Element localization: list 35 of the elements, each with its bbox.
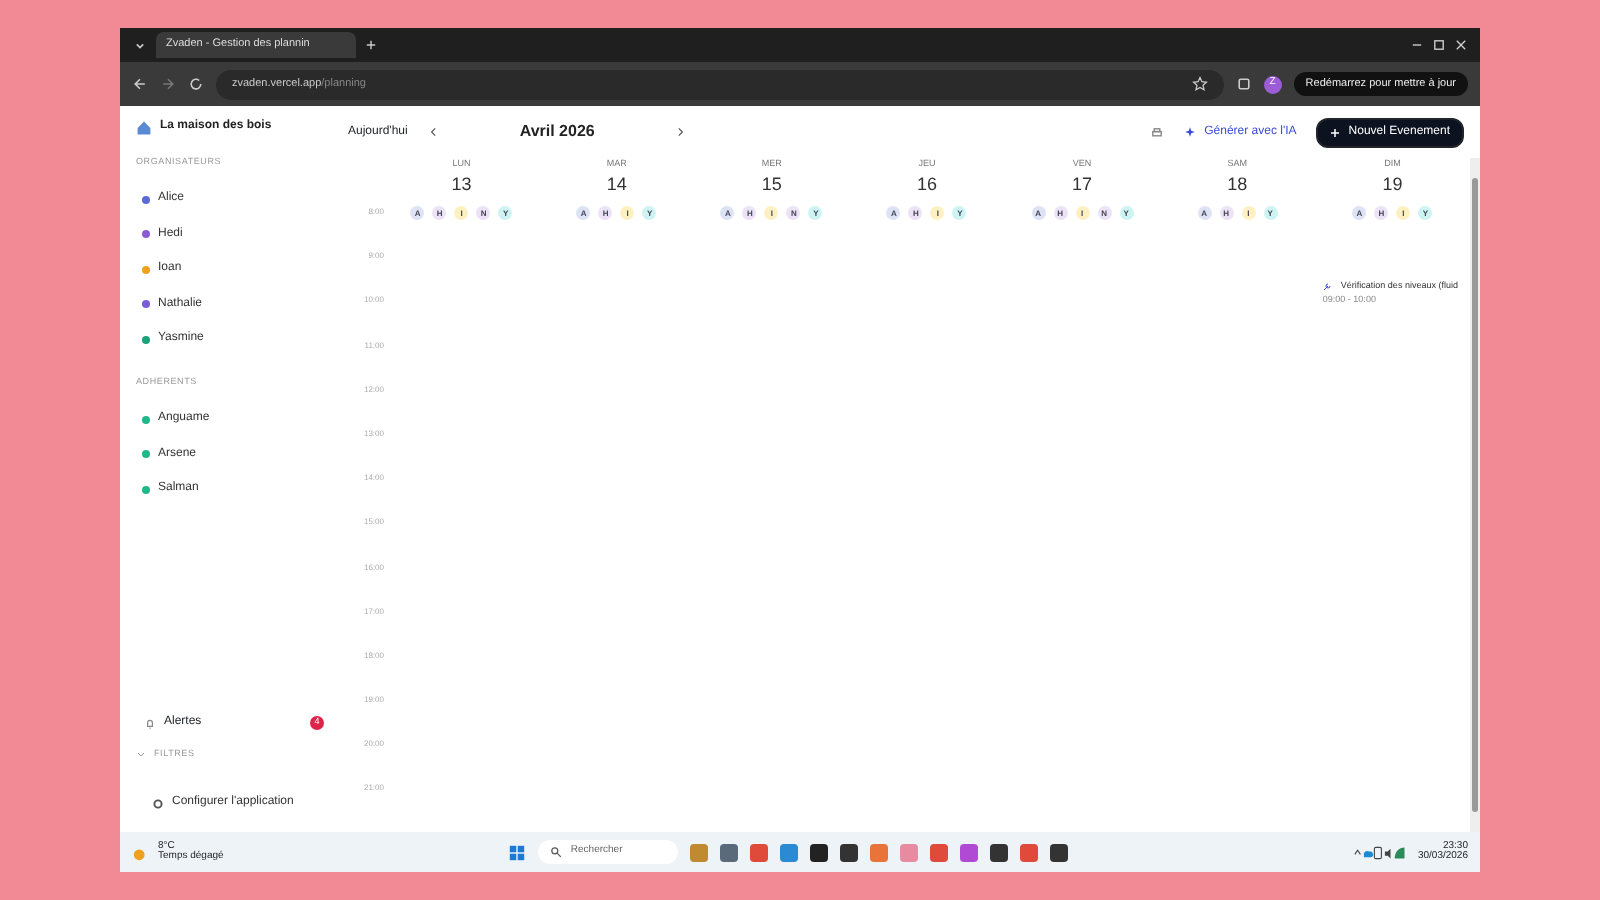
print-icon[interactable] [1150, 125, 1165, 139]
day-number: 14 [606, 171, 627, 198]
close-icon[interactable] [1454, 38, 1468, 52]
day-number: 19 [1382, 171, 1403, 198]
star-icon[interactable] [1191, 76, 1208, 92]
minimize-icon[interactable] [1410, 38, 1424, 52]
scrollbar-thumb[interactable] [1472, 178, 1478, 812]
day-number: 16 [916, 171, 937, 198]
settings-icon [152, 797, 164, 809]
day-number: 15 [761, 171, 782, 198]
maximize-icon[interactable] [1432, 38, 1446, 52]
day-number: 13 [451, 171, 472, 198]
taskbar-app-icon[interactable] [1050, 843, 1069, 861]
plus-icon [1330, 127, 1341, 137]
bell-icon [144, 717, 156, 730]
house-icon [136, 119, 152, 135]
day-number: 17 [1072, 171, 1093, 198]
tray-icons-drawing [1353, 845, 1406, 859]
forward-icon[interactable] [160, 76, 176, 92]
weather-icon [132, 843, 150, 861]
new-tab-icon[interactable] [364, 38, 378, 52]
wrench-icon [1322, 282, 1333, 293]
reload-icon[interactable] [188, 76, 204, 92]
start-icon[interactable] [508, 843, 527, 861]
sparkle-icon [1184, 126, 1197, 138]
month-title: Avril 2026 [519, 120, 595, 144]
back-icon[interactable] [132, 76, 148, 92]
next-icon[interactable] [674, 126, 687, 138]
taskbar-app-icon[interactable] [810, 843, 829, 861]
taskbar-app-icon[interactable] [840, 843, 859, 861]
previous-icon[interactable] [427, 126, 440, 138]
taskbar-app-icon[interactable] [990, 843, 1009, 861]
extensions-icon[interactable] [1235, 76, 1252, 92]
day-number: 18 [1227, 171, 1248, 198]
search-icon [550, 846, 563, 858]
